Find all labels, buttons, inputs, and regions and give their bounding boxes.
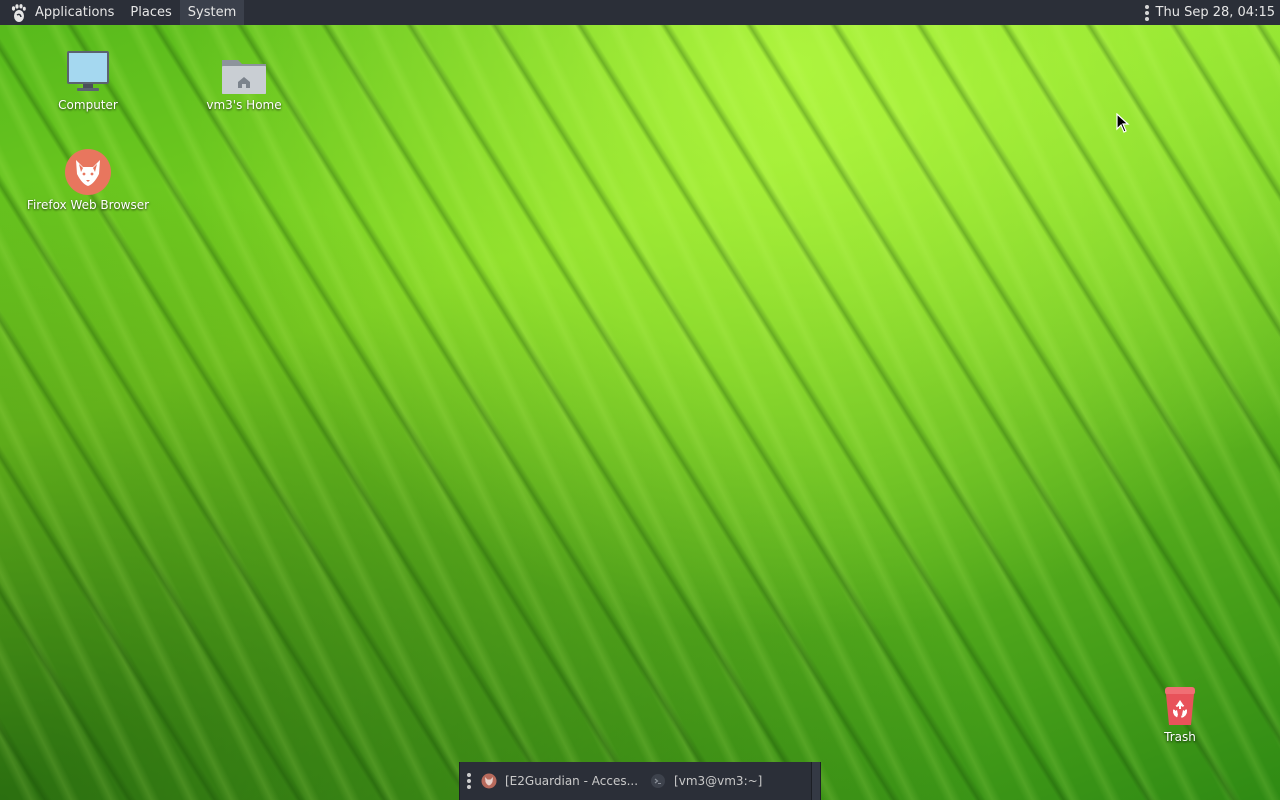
firefox-fox-icon	[481, 773, 497, 789]
menu-system[interactable]: System	[179, 0, 245, 25]
desktop-wallpaper	[0, 0, 1280, 800]
desktop-icon-label: Firefox Web Browser	[26, 198, 150, 212]
taskbar-end-handle[interactable]	[811, 762, 820, 800]
desktop-icon-label: Trash	[1164, 730, 1196, 744]
desktop-icon-trash[interactable]: Trash	[1115, 684, 1245, 744]
task-label: [vm3@vm3:~]	[674, 774, 763, 788]
firefox-fox-icon	[64, 148, 112, 196]
desktop-icon-firefox[interactable]: Firefox Web Browser	[23, 148, 153, 212]
terminal-icon	[651, 774, 666, 788]
desktop-icon-label: vm3's Home	[206, 98, 282, 112]
taskbar-handle-icon[interactable]	[463, 773, 475, 789]
clock[interactable]: Thu Sep 28, 04:15	[1156, 5, 1280, 20]
task-label: [E2Guardian - Acces...	[505, 774, 639, 788]
task-e2guardian-window[interactable]: [E2Guardian - Acces...	[475, 762, 644, 800]
task-terminal-window[interactable]: [vm3@vm3:~]	[644, 762, 768, 800]
menu-places[interactable]: Places	[122, 0, 179, 25]
bottom-taskbar: [E2Guardian - Acces... [vm3@vm3:~]	[459, 762, 821, 800]
desktop-icon-computer[interactable]: Computer	[23, 48, 153, 112]
desktop-icon-label: Computer	[58, 98, 118, 112]
trash-bin-icon	[1158, 684, 1202, 728]
top-panel: Applications Places System Thu Sep 28, 0…	[0, 0, 1280, 25]
menu-applications[interactable]: Applications	[32, 0, 122, 25]
desktop-icon-home[interactable]: vm3's Home	[179, 54, 309, 112]
gnome-foot-icon[interactable]	[4, 0, 32, 25]
mouse-cursor-icon	[1116, 113, 1130, 133]
home-folder-icon	[220, 54, 268, 96]
panel-handle-icon[interactable]	[1144, 4, 1150, 21]
computer-monitor-icon	[64, 48, 112, 96]
